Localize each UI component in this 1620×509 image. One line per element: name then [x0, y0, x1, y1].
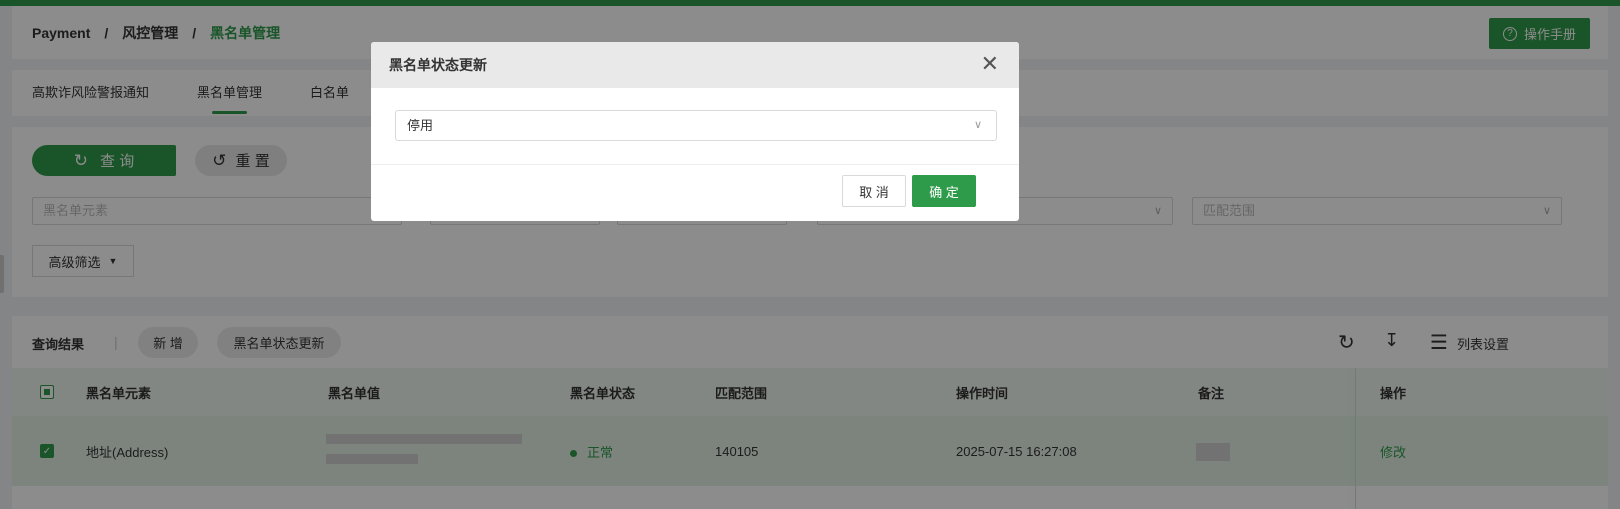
- confirm-button[interactable]: 确 定: [912, 175, 976, 207]
- dialog-footer-divider: [371, 164, 1019, 165]
- close-icon[interactable]: ✕: [981, 53, 999, 75]
- status-select-value: 停用: [407, 118, 434, 133]
- dialog-title: 黑名单状态更新: [389, 57, 487, 73]
- status-select[interactable]: 停用 ∨: [395, 110, 997, 141]
- status-update-dialog: 黑名单状态更新 ✕ 停用 ∨ 取 消 确 定: [371, 42, 1019, 221]
- dialog-header: 黑名单状态更新 ✕: [371, 42, 1019, 88]
- chevron-down-icon: ∨: [973, 119, 982, 131]
- cancel-button[interactable]: 取 消: [842, 175, 906, 207]
